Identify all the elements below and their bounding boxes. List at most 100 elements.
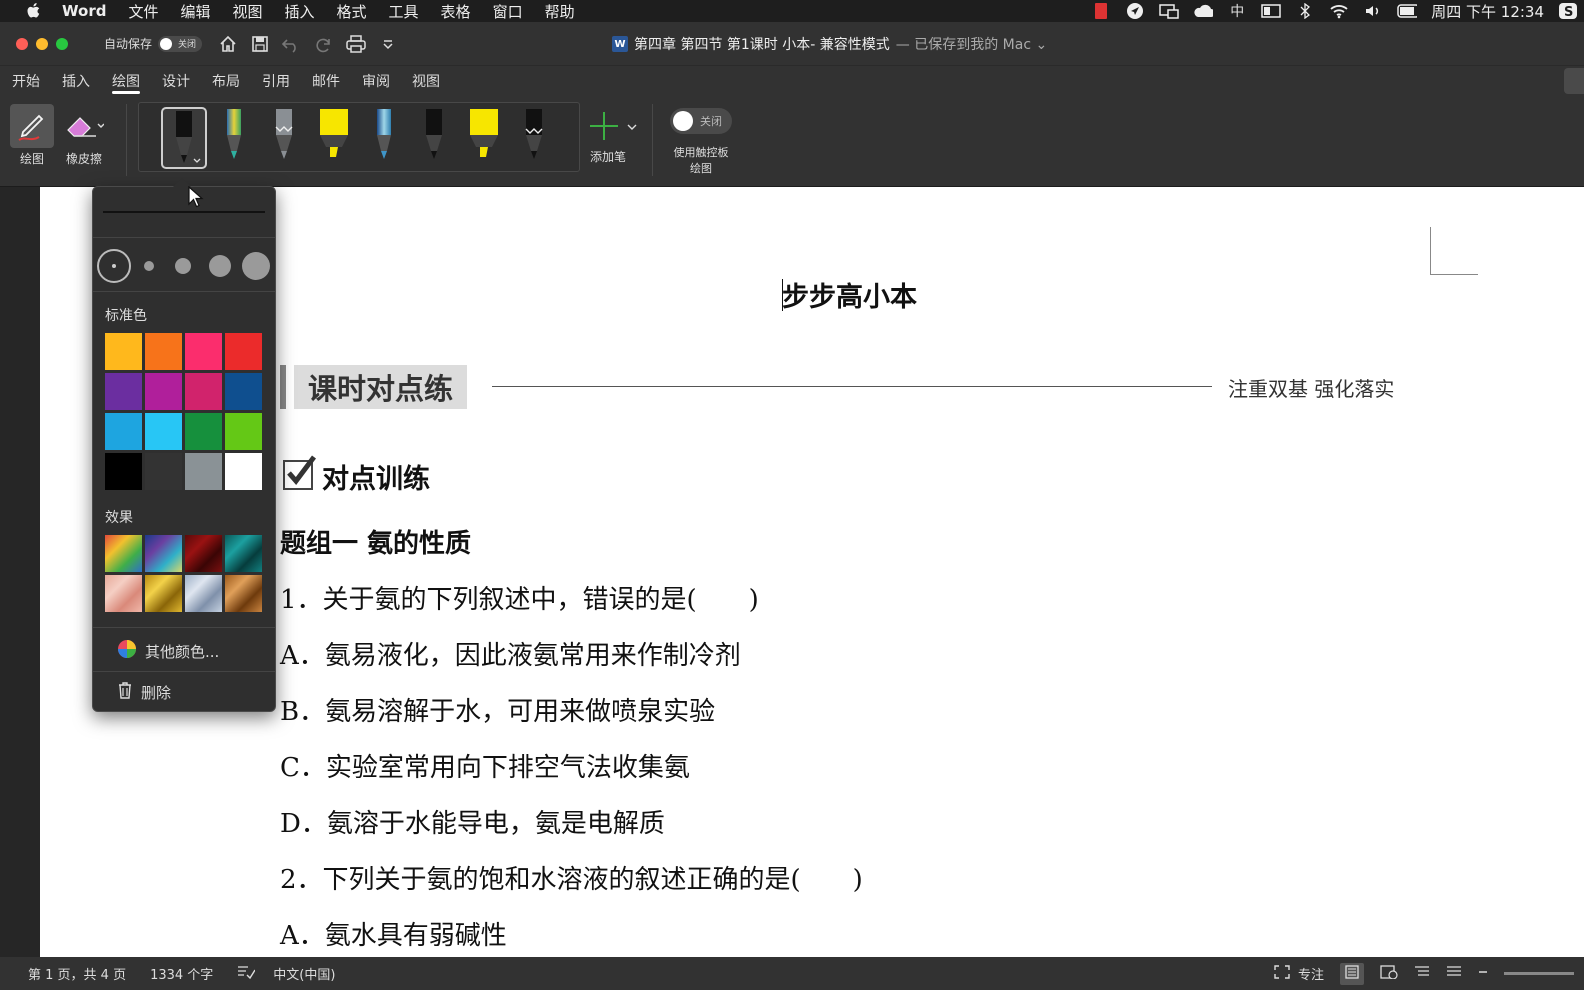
pen-galaxy[interactable]: [211, 107, 257, 169]
menu-tools[interactable]: 工具: [389, 1, 419, 22]
proofing-icon[interactable]: [237, 965, 256, 983]
size-option-2[interactable]: [144, 261, 154, 271]
color-swatch[interactable]: [105, 333, 142, 370]
effect-swatch-lava[interactable]: [185, 535, 222, 572]
zoom-slider[interactable]: [1504, 972, 1574, 975]
pen-ocean[interactable]: [361, 107, 407, 169]
clock[interactable]: 周四 下午 12:34: [1431, 1, 1544, 22]
menu-insert[interactable]: 插入: [285, 1, 315, 22]
tab-layout[interactable]: 布局: [212, 66, 240, 96]
pen-black-2[interactable]: [411, 107, 457, 169]
pen-black-3[interactable]: [511, 107, 557, 169]
effect-swatch-rainbow[interactable]: [105, 535, 142, 572]
screen-mirror-icon[interactable]: [1159, 3, 1179, 19]
trackpad-draw-toggle[interactable]: 关闭 使用触控板 绘图: [668, 108, 734, 176]
tab-review[interactable]: 审阅: [362, 66, 390, 96]
add-pen-button[interactable]: 添加笔: [588, 108, 640, 165]
outline-icon[interactable]: [1414, 965, 1430, 983]
size-option-3[interactable]: [175, 258, 191, 274]
color-swatch[interactable]: [225, 373, 262, 410]
menu-window[interactable]: 窗口: [493, 1, 523, 22]
autosave-toggle[interactable]: 关闭: [158, 35, 203, 52]
color-swatch[interactable]: [225, 333, 262, 370]
print-layout-icon[interactable]: [1340, 962, 1364, 985]
tab-mailings[interactable]: 邮件: [312, 66, 340, 96]
color-swatch[interactable]: [185, 373, 222, 410]
size-option-1[interactable]: [112, 264, 116, 268]
cloud-icon[interactable]: [1193, 3, 1214, 19]
siri-icon[interactable]: S: [1558, 3, 1578, 20]
color-swatch[interactable]: [145, 413, 182, 450]
web-layout-icon[interactable]: [1380, 964, 1398, 983]
share-button[interactable]: [1564, 68, 1584, 94]
color-swatch[interactable]: [185, 333, 222, 370]
battery-app-icon[interactable]: [1091, 3, 1111, 19]
focus-label[interactable]: 专注: [1298, 964, 1324, 983]
more-colors-button[interactable]: 其他颜色...: [117, 639, 219, 663]
word-count[interactable]: 1334 个字: [150, 964, 213, 983]
tab-references[interactable]: 引用: [262, 66, 290, 96]
color-swatch[interactable]: [105, 453, 142, 490]
display-icon[interactable]: [1261, 3, 1281, 19]
eraser-button[interactable]: 橡皮擦: [62, 104, 106, 167]
zoom-out-icon[interactable]: [1478, 966, 1488, 981]
size-option-4[interactable]: [209, 255, 231, 277]
input-method-icon[interactable]: 中: [1227, 3, 1247, 20]
tab-insert[interactable]: 插入: [62, 66, 90, 96]
apple-icon[interactable]: [24, 0, 44, 22]
language[interactable]: 中文(中国): [273, 964, 335, 983]
color-swatch[interactable]: [225, 453, 262, 490]
pen-gray[interactable]: [261, 107, 307, 169]
document-title[interactable]: W 第四章 第四节 第1课时 小本 - 兼容性模式 — 已保存到我的 Mac ⌄: [612, 22, 1047, 66]
highlighter-yellow-2[interactable]: [461, 107, 507, 169]
effect-swatch-silver[interactable]: [185, 575, 222, 612]
delete-pen-button[interactable]: 删除: [117, 681, 171, 703]
bluetooth-icon[interactable]: [1295, 3, 1315, 19]
redo-icon[interactable]: [312, 32, 336, 56]
effect-swatch-rose-gold[interactable]: [105, 575, 142, 612]
menu-view[interactable]: 视图: [232, 1, 262, 22]
menu-table[interactable]: 表格: [441, 1, 471, 22]
pen-black-selected[interactable]: [161, 107, 207, 169]
size-option-5[interactable]: [242, 252, 270, 280]
focus-icon[interactable]: [1274, 964, 1290, 983]
tab-view[interactable]: 视图: [412, 66, 440, 96]
color-swatch[interactable]: [145, 333, 182, 370]
color-swatch[interactable]: [105, 373, 142, 410]
menu-format[interactable]: 格式: [337, 1, 367, 22]
effect-swatch-ocean[interactable]: [225, 535, 262, 572]
menu-edit[interactable]: 编辑: [180, 1, 210, 22]
location-icon[interactable]: [1125, 3, 1145, 19]
draw-button[interactable]: 绘图: [10, 104, 54, 167]
menu-file[interactable]: 文件: [128, 1, 158, 22]
tab-design[interactable]: 设计: [162, 66, 190, 96]
color-swatch[interactable]: [145, 453, 182, 490]
draft-icon[interactable]: [1446, 965, 1462, 983]
save-icon[interactable]: [248, 32, 272, 56]
volume-icon[interactable]: [1363, 3, 1383, 19]
minimize-window-button[interactable]: [36, 37, 48, 50]
color-swatch[interactable]: [185, 413, 222, 450]
menu-help[interactable]: 帮助: [545, 1, 575, 22]
color-swatch[interactable]: [105, 413, 142, 450]
home-icon[interactable]: [216, 32, 240, 56]
app-name[interactable]: Word: [62, 2, 106, 20]
wifi-icon[interactable]: [1329, 3, 1349, 19]
effect-swatch-galaxy[interactable]: [145, 535, 182, 572]
zoom-window-button[interactable]: [56, 37, 68, 50]
page-count[interactable]: 第 1 页，共 4 页: [28, 964, 126, 983]
undo-icon[interactable]: [280, 32, 304, 56]
color-swatch[interactable]: [185, 453, 222, 490]
color-swatch[interactable]: [145, 373, 182, 410]
print-icon[interactable]: [344, 32, 368, 56]
highlighter-yellow[interactable]: [311, 107, 357, 169]
battery-icon[interactable]: [1397, 3, 1418, 19]
color-swatch[interactable]: [225, 413, 262, 450]
close-window-button[interactable]: [16, 37, 28, 50]
tab-draw[interactable]: 绘图: [112, 66, 140, 96]
customize-toolbar-icon[interactable]: [376, 32, 400, 56]
tab-home[interactable]: 开始: [12, 66, 40, 96]
effect-swatch-gold[interactable]: [145, 575, 182, 612]
trackpad-toggle-switch[interactable]: 关闭: [670, 108, 732, 134]
effect-swatch-bronze[interactable]: [225, 575, 262, 612]
